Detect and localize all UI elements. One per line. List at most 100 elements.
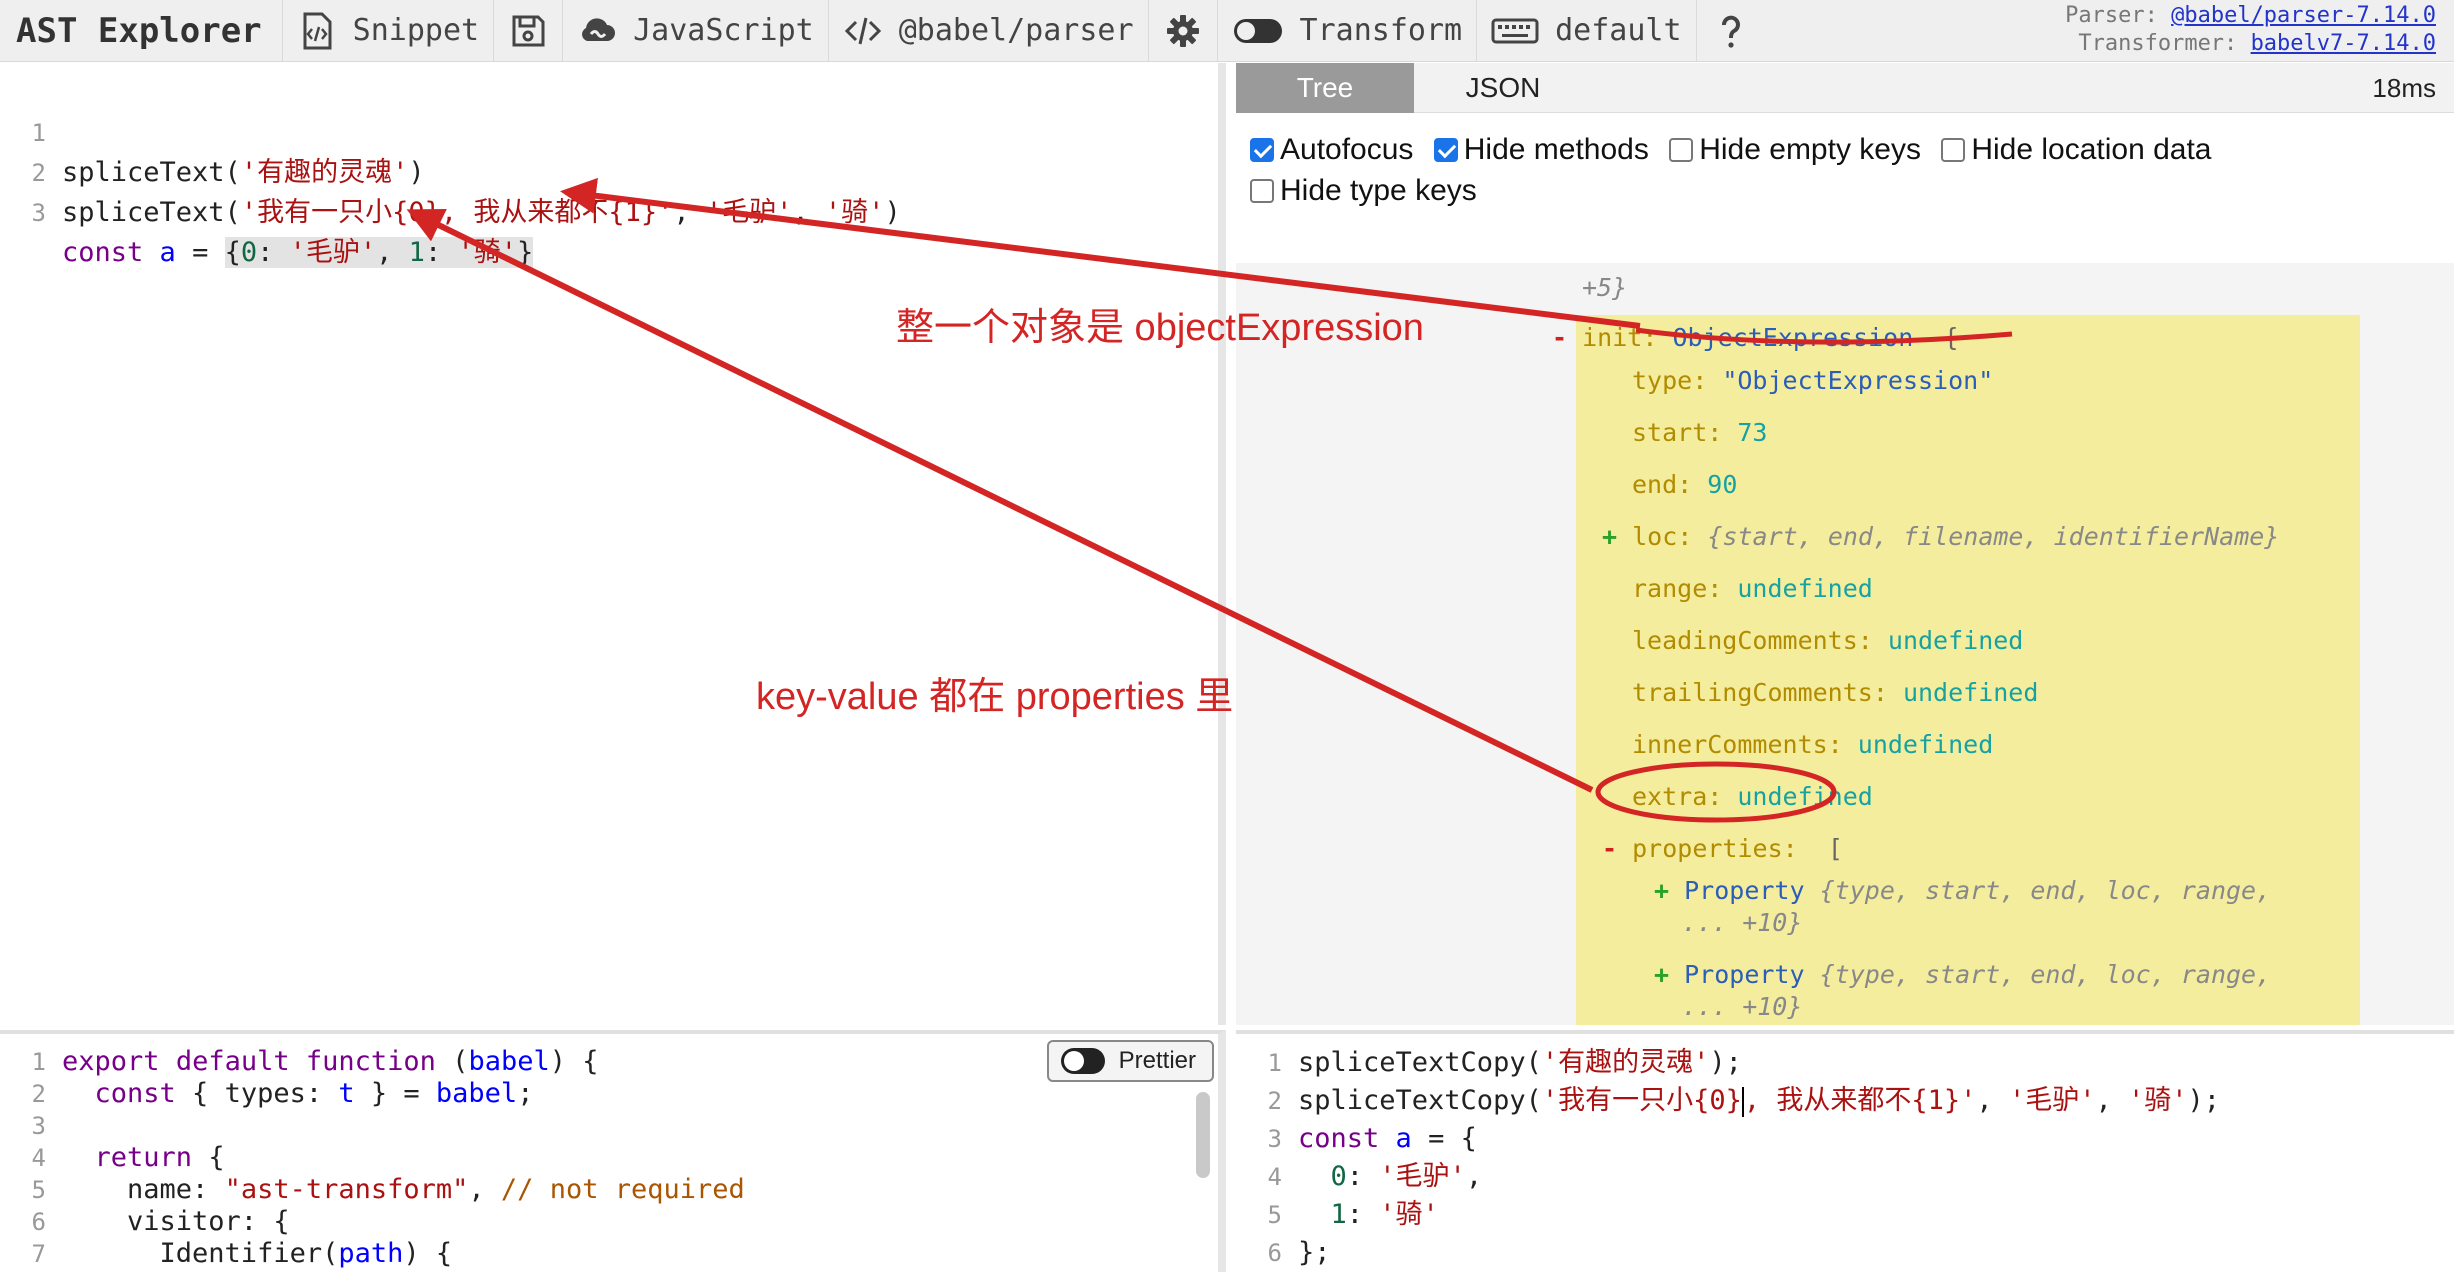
tree-value: "ObjectExpression" xyxy=(1722,366,1994,395)
annotation-object-expression: 整一个对象是 objectExpression xyxy=(896,307,1424,349)
annotation-properties: key-value 都在 properties 里 xyxy=(756,676,1234,718)
checkbox[interactable] xyxy=(1941,138,1966,162)
transform-editor[interactable]: 1 export default function (babel) { 2 con… xyxy=(0,1030,1226,1272)
tree-value: undefined xyxy=(1737,574,1873,603)
source-code: 1 spliceText('有趣的灵魂') 2 spliceText('我有一只… xyxy=(0,73,1218,268)
selected-object-literal: {0: '毛驴', 1: '骑'} xyxy=(224,237,534,268)
parser-settings-button[interactable] xyxy=(1147,0,1217,62)
node-init[interactable]: - init: ObjectExpression { xyxy=(1552,323,1958,353)
node-property-2[interactable]: + Property {type, start, end, loc, range… xyxy=(1654,960,2271,990)
transformer-version-link[interactable]: babelv7-7.14.0 xyxy=(2251,31,2436,56)
line-number: 5 xyxy=(31,1176,46,1204)
expand-toggle[interactable]: + xyxy=(1602,522,1617,551)
help-button[interactable] xyxy=(1695,0,1765,62)
cloud-icon xyxy=(582,17,616,41)
tree-summary: ... +10} xyxy=(1682,992,1803,1021)
code-line: 2 spliceText('我有一只小{0}, 我从来都不{1}', '毛驴',… xyxy=(0,113,1218,228)
node-range: range: undefined xyxy=(1632,574,1873,604)
tree-key: type: xyxy=(1632,366,1708,395)
source-editor[interactable]: 1 spliceText('有趣的灵魂') 2 spliceText('我有一只… xyxy=(0,63,1226,1025)
text-cursor xyxy=(1741,1086,1744,1117)
option-hide-empty-keys[interactable]: Hide empty keys xyxy=(1669,131,1921,169)
line-number: 3 xyxy=(31,199,46,227)
line-text: const { types: t } = babel; xyxy=(94,1078,534,1109)
tree-summary: {type, start, end, loc, range, xyxy=(1819,876,2272,905)
tree-value: undefined xyxy=(1902,678,2039,707)
save-button[interactable] xyxy=(493,0,562,62)
line-number: 2 xyxy=(31,1080,46,1108)
prettier-toggle[interactable]: Prettier xyxy=(1046,1040,1214,1082)
tree-value: 73 xyxy=(1737,418,1768,447)
line-number: 4 xyxy=(1267,1163,1282,1191)
tree-key: properties: xyxy=(1632,834,1798,863)
snippet-menu[interactable]: Snippet xyxy=(281,0,493,62)
ast-options: Autofocus Hide methods Hide empty keys H… xyxy=(1236,119,2454,263)
toggle-icon xyxy=(1233,18,1282,43)
expand-toggle[interactable]: + xyxy=(1654,876,1669,905)
tree-type: Property xyxy=(1684,960,1805,989)
tree-value: undefined xyxy=(1737,782,1873,811)
line-text: name: "ast-transform", // not required xyxy=(62,1174,745,1205)
node-type: type: "ObjectExpression" xyxy=(1632,366,1993,396)
collapse-toggle[interactable]: - xyxy=(1602,834,1617,863)
gear-icon xyxy=(1166,14,1199,47)
option-label: Hide methods xyxy=(1463,133,1649,166)
option-label: Hide type keys xyxy=(1280,174,1477,207)
option-hide-type-keys[interactable]: Hide type keys xyxy=(1250,172,1477,210)
node-properties[interactable]: - properties: [ xyxy=(1602,834,1843,864)
tree-key: end: xyxy=(1632,470,1693,499)
tree-summary: {start, end, filename, identifierName} xyxy=(1707,522,2280,551)
line-number: 5 xyxy=(1267,1201,1282,1229)
line-number: 3 xyxy=(1267,1125,1282,1153)
ast-tree: +5} - init: ObjectExpression { type: "Ob… xyxy=(1236,263,2454,1025)
option-hide-methods[interactable]: Hide methods xyxy=(1433,131,1649,169)
tree-key: loc: xyxy=(1632,522,1693,551)
collapse-toggle[interactable]: - xyxy=(1552,323,1567,352)
tab-tree[interactable]: Tree xyxy=(1236,63,1414,113)
keymap-menu[interactable]: default xyxy=(1476,0,1695,62)
parser-menu[interactable]: @babel/parser xyxy=(827,0,1148,62)
transform-toggle[interactable]: Transform xyxy=(1216,0,1477,62)
line-text: spliceText('我有一只小{0}, 我从来都不{1}', '毛驴', '… xyxy=(62,197,901,228)
keymap-label: default xyxy=(1555,13,1682,48)
node-loc[interactable]: + loc: {start, end, filename, identifier… xyxy=(1602,522,2279,552)
tab-json[interactable]: JSON xyxy=(1414,63,1592,113)
tree-value: 90 xyxy=(1707,470,1738,499)
tree-bracket: [ xyxy=(1827,834,1843,863)
checkbox[interactable] xyxy=(1433,138,1458,162)
tree-value: undefined xyxy=(1887,626,2024,655)
tree-key: trailingComments: xyxy=(1632,678,1888,707)
line-text: }; xyxy=(1298,1237,1331,1268)
code-line: 3 const a = {0: '毛驴', 1: '骑'} xyxy=(0,153,1218,268)
parser-version-link[interactable]: @babel/parser-7.14.0 xyxy=(2171,3,2436,28)
node-property-1[interactable]: + Property {type, start, end, loc, range… xyxy=(1654,876,2271,906)
expand-toggle[interactable]: + xyxy=(1654,960,1669,989)
output-panel[interactable]: 1 spliceTextCopy('有趣的灵魂'); 2 spliceTextCop… xyxy=(1236,1030,2454,1272)
transformer-meta-label: Transformer: xyxy=(2078,31,2238,56)
checkbox[interactable] xyxy=(1669,138,1694,162)
save-icon xyxy=(512,15,545,46)
prettier-label: Prettier xyxy=(1118,1047,1196,1074)
tree-value: undefined xyxy=(1857,730,1994,759)
option-autofocus[interactable]: Autofocus xyxy=(1250,131,1413,169)
language-menu[interactable]: JavaScript xyxy=(562,0,828,62)
tree-brace: { xyxy=(1943,323,1959,352)
ast-tabs: Tree JSON 18ms xyxy=(1236,63,2454,113)
parser-label: @babel/parser xyxy=(898,13,1134,48)
line-text: const a = {0: '毛驴', 1: '骑'} xyxy=(62,237,534,268)
node-inner-comments: innerComments: undefined xyxy=(1632,730,1993,760)
ast-panel: Tree JSON 18ms Autofocus Hide methods Hi… xyxy=(1236,63,2454,1025)
snippet-label: Snippet xyxy=(352,13,480,48)
line-number: 2 xyxy=(1267,1087,1282,1115)
option-label: Hide location data xyxy=(1971,133,2212,166)
checkbox[interactable] xyxy=(1250,179,1274,203)
option-label: Hide empty keys xyxy=(1699,133,1921,166)
line-number: 4 xyxy=(31,1144,46,1172)
node-extra: extra: undefined xyxy=(1632,782,1873,812)
transform-scrollbar[interactable] xyxy=(1196,1092,1210,1178)
checkbox[interactable] xyxy=(1250,138,1274,162)
version-info: Parser: @babel/parser-7.14.0 Transformer… xyxy=(2065,2,2436,58)
option-hide-location-data[interactable]: Hide location data xyxy=(1941,131,2211,169)
app-title: AST Explorer xyxy=(16,10,262,51)
code-icon xyxy=(844,17,881,44)
